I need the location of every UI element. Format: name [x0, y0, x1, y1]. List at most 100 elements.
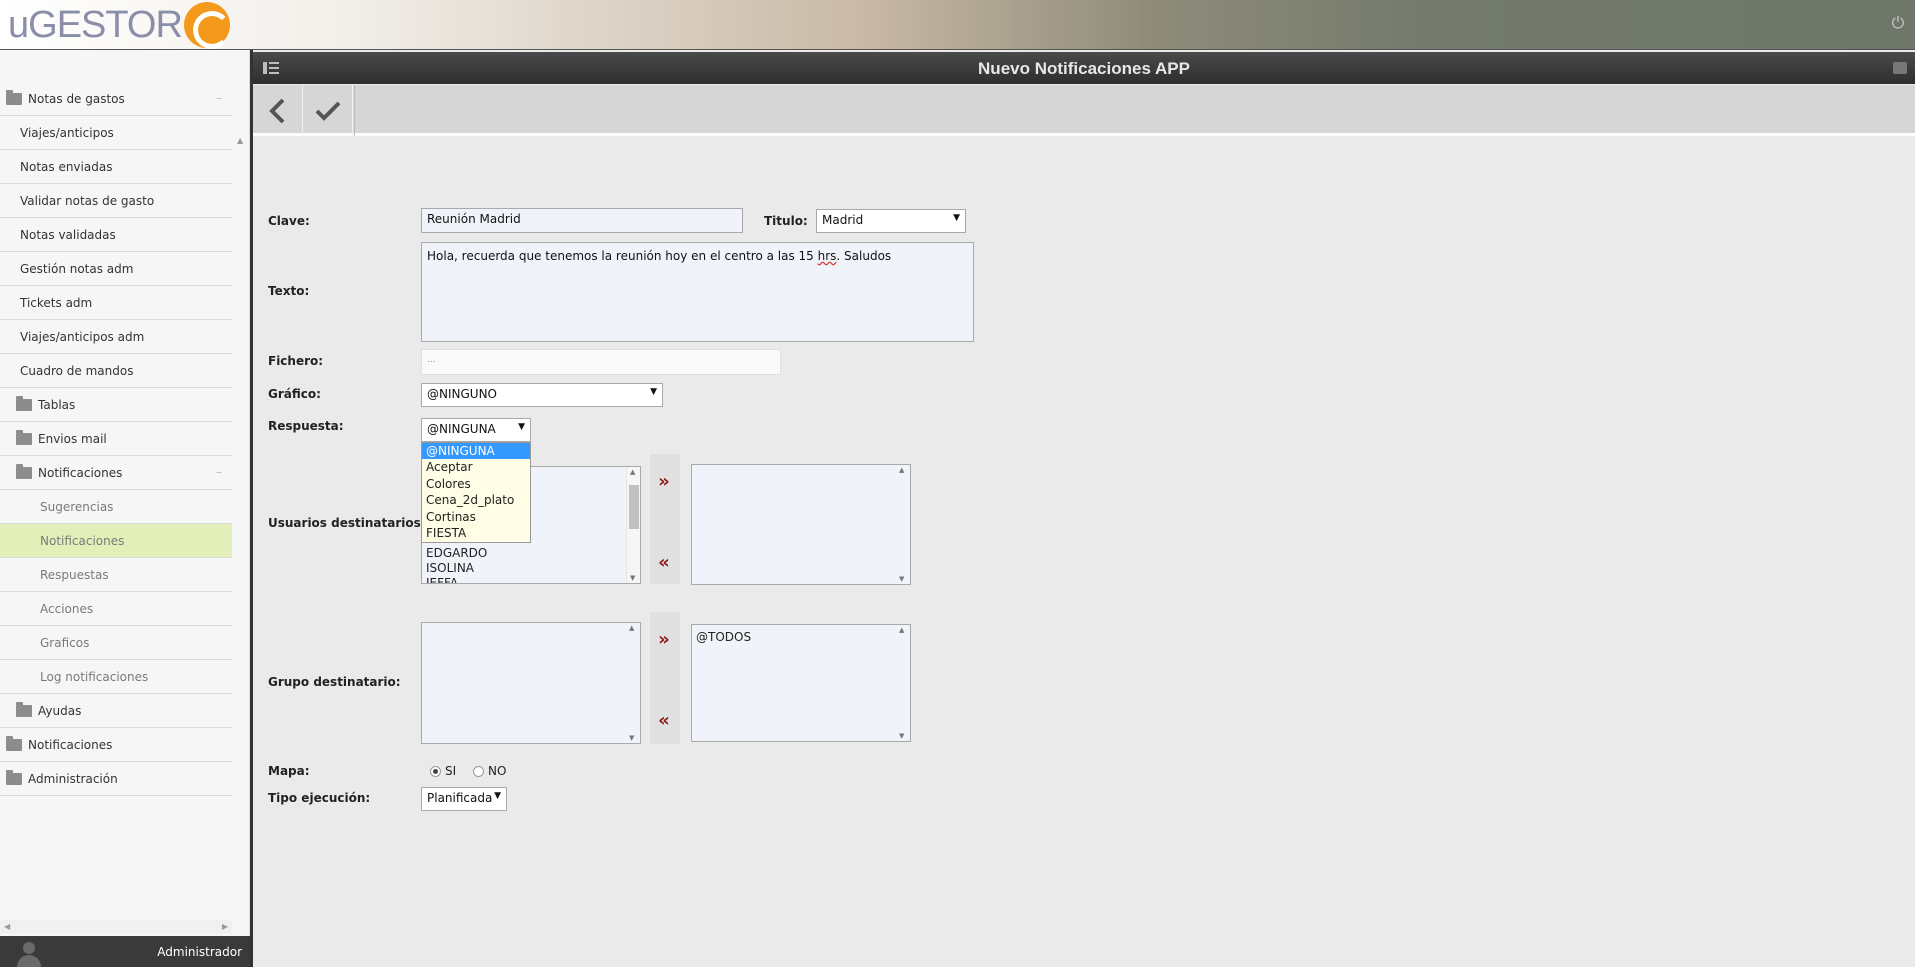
sidebar-item-respuestas[interactable]: Respuestas	[0, 558, 232, 592]
grupo-available-list[interactable]: ▲ ▼	[421, 622, 641, 744]
scroll-up-icon[interactable]: ▲	[899, 626, 904, 634]
scroll-down-icon[interactable]: ▼	[629, 734, 634, 742]
scroll-up-icon[interactable]: ▲	[630, 468, 635, 476]
fichero-input[interactable]: ...	[421, 349, 781, 375]
sidebar-item-notificaciones[interactable]: Notificaciones	[0, 728, 232, 762]
sidebar-item-notificaciones[interactable]: Notificaciones	[0, 524, 232, 558]
respuesta-dropdown-list[interactable]: @NINGUNA Aceptar Colores Cena_2d_plato Corti…	[421, 442, 531, 543]
add-grupo-button[interactable]: »	[653, 630, 675, 652]
scroll-up-icon[interactable]: ▲	[899, 466, 904, 474]
titulo-select[interactable]: Madrid ▼	[816, 209, 966, 233]
sidebar-item-label: Gestión notas adm	[20, 261, 134, 276]
scroll-right-icon[interactable]: ▶	[222, 922, 228, 931]
sidebar-item-sugerencias[interactable]: Sugerencias	[0, 490, 232, 524]
scroll-down-icon[interactable]: ▼	[630, 574, 635, 582]
scroll-down-icon[interactable]: ▼	[899, 732, 904, 740]
sidebar-hscrollbar[interactable]: ◀ ▶	[0, 920, 232, 934]
collapse-icon[interactable]: –	[216, 465, 222, 479]
sidebar-item-label: Viajes/anticipos	[20, 125, 114, 140]
power-icon[interactable]: ⏻	[1889, 14, 1907, 32]
respuesta-option[interactable]: Colores	[422, 476, 530, 492]
sidebar-item-label: Notificaciones	[38, 465, 123, 480]
sidebar-item-notas-de-gastos[interactable]: Notas de gastos –	[0, 82, 232, 116]
sidebar-item-validar-notas-de-gasto[interactable]: Validar notas de gasto	[0, 184, 232, 218]
clave-label: Clave:	[268, 214, 310, 228]
mapa-si-radio[interactable]: SI	[430, 764, 456, 778]
remove-grupo-button[interactable]: «	[653, 711, 675, 733]
title-bar: Nuevo Notificaciones APP	[253, 52, 1915, 84]
pin-icon[interactable]	[1893, 62, 1907, 74]
sidebar-item-label: Ayudas	[38, 703, 82, 718]
app-header: uGESTOR ⏻	[0, 0, 1915, 50]
toolbar-divider	[354, 85, 355, 136]
usuarios-selected-scrollbar[interactable]: ▲ ▼	[896, 465, 910, 584]
collapse-icon[interactable]: –	[216, 91, 222, 105]
sidebar-item-viajes-anticipos[interactable]: Viajes/anticipos	[0, 116, 232, 150]
respuesta-option[interactable]: Cena_2d_plato	[422, 492, 530, 508]
sidebar-item-acciones[interactable]: Acciones	[0, 592, 232, 626]
grupo-label: Grupo destinatario:	[268, 675, 401, 689]
scroll-up-icon[interactable]: ▲	[237, 136, 243, 145]
scroll-down-icon[interactable]: ▼	[899, 575, 904, 583]
sidebar-item-label: Tickets adm	[20, 295, 93, 310]
list-item[interactable]: JEFFA	[422, 576, 626, 583]
sidebar-item-tickets-adm[interactable]: Tickets adm	[0, 286, 232, 320]
sidebar-item-log-notificaciones[interactable]: Log notificaciones	[0, 660, 232, 694]
add-usuario-button[interactable]: »	[653, 472, 675, 494]
respuesta-option[interactable]: Aceptar	[422, 459, 530, 475]
sidebar-item-label: Viajes/anticipos adm	[20, 329, 145, 344]
respuesta-option[interactable]: @NINGUNA	[422, 443, 530, 460]
sidebar-item-notificaciones[interactable]: Notificaciones –	[0, 456, 232, 490]
tipo-ejecucion-value: Planificada	[427, 791, 493, 805]
list-item[interactable]: ISOLINA	[422, 561, 626, 576]
chevron-down-icon: ▼	[953, 213, 960, 223]
sidebar-item-notas-validadas[interactable]: Notas validadas	[0, 218, 232, 252]
respuesta-option[interactable]: Cortinas	[422, 509, 530, 525]
scroll-left-icon[interactable]: ◀	[4, 922, 10, 931]
scroll-thumb[interactable]	[629, 485, 639, 529]
sidebar-item-viajes-anticipos-adm[interactable]: Viajes/anticipos adm	[0, 320, 232, 354]
mapa-no-radio[interactable]: NO	[473, 764, 506, 778]
usuarios-selected-list[interactable]: ▲ ▼	[691, 464, 911, 585]
mapa-si-label: SI	[445, 764, 457, 778]
folder-icon	[6, 735, 22, 751]
titulo-label: Titulo:	[764, 214, 808, 228]
clave-input[interactable]: Reunión Madrid	[421, 208, 743, 233]
respuesta-option[interactable]: FIESTA	[422, 525, 530, 541]
logo-text: uGESTOR	[8, 4, 183, 46]
sidebar-item-tablas[interactable]: Tablas	[0, 388, 232, 422]
list-item[interactable]: @TODOS	[692, 630, 896, 645]
grupo-available-scrollbar[interactable]: ▲ ▼	[626, 623, 640, 743]
respuesta-select[interactable]: @NINGUNA ▼	[421, 418, 531, 442]
grupo-selected-list[interactable]: @TODOS ▲ ▼	[691, 624, 911, 742]
back-button[interactable]	[253, 85, 303, 136]
scroll-up-icon[interactable]: ▲	[629, 624, 634, 632]
sidebar-item-administracion[interactable]: Administración	[0, 762, 232, 796]
texto-value-end: . Saludos	[836, 249, 892, 263]
sidebar-item-label: Notificaciones	[40, 533, 125, 548]
user-name[interactable]: Administrador	[157, 945, 242, 959]
folder-icon	[16, 429, 32, 445]
save-button[interactable]	[303, 85, 353, 136]
mapa-no-label: NO	[488, 764, 507, 778]
tipo-ejecucion-select[interactable]: Planificada ▼	[421, 787, 507, 811]
remove-usuario-button[interactable]: «	[653, 553, 675, 575]
sidebar-item-gestion-notas-adm[interactable]: Gestión notas adm	[0, 252, 232, 286]
usuarios-list-scrollbar[interactable]: ▲ ▼	[626, 467, 640, 583]
sidebar-item-envios-mail[interactable]: Envios mail	[0, 422, 232, 456]
respuesta-value: @NINGUNA	[427, 422, 496, 436]
sidebar-item-cuadro-de-mandos[interactable]: Cuadro de mandos	[0, 354, 232, 388]
fichero-label: Fichero:	[268, 354, 324, 368]
sidebar-item-label: Respuestas	[40, 567, 109, 582]
grafico-select[interactable]: @NINGUNO ▼	[421, 383, 663, 407]
usuarios-label: Usuarios destinatarios:	[268, 516, 426, 530]
sidebar-item-ayudas[interactable]: Ayudas	[0, 694, 232, 728]
texto-textarea[interactable]: Hola, recuerda que tenemos la reunión ho…	[421, 242, 974, 342]
sidebar-item-notas-enviadas[interactable]: Notas enviadas	[0, 150, 232, 184]
grupo-selected-scrollbar[interactable]: ▲ ▼	[896, 625, 910, 741]
list-item[interactable]: EDGARDO	[422, 546, 626, 561]
sidebar-scrollbar[interactable]: ▲ ▼	[234, 136, 248, 966]
sidebar-item-label: Notificaciones	[28, 737, 113, 752]
sidebar-item-graficos[interactable]: Graficos	[0, 626, 232, 660]
sidebar-item-label: Cuadro de mandos	[20, 363, 134, 378]
